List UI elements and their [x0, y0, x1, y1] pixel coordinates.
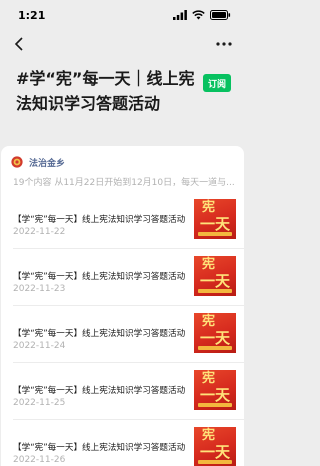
page-title: #学“宪”每一天｜线上宪法知识学习答题活动	[16, 69, 195, 113]
thumbnail-stripe	[198, 289, 232, 293]
article-thumbnail: 宪一天	[194, 370, 236, 410]
article-item[interactable]: 【学“宪”每一天】线上宪法知识学习答题活动 2022-11-25 宪一天	[1, 368, 244, 424]
more-dots-icon	[216, 42, 232, 46]
article-thumbnail: 宪一天	[194, 427, 236, 466]
thumbnail-text: 宪	[202, 257, 216, 272]
more-button[interactable]	[211, 33, 237, 55]
article-title: 【学“宪”每一天】线上宪法知识学习答题活动	[13, 443, 186, 453]
thumbnail-stripe	[198, 232, 232, 236]
thumbnail-text: 一天	[200, 386, 231, 404]
status-icons	[173, 10, 231, 20]
thumbnail-stripe	[198, 346, 232, 350]
article-thumbnail: 宪一天	[194, 199, 236, 239]
account-row[interactable]: 法治金乡	[11, 154, 65, 170]
article-date: 2022-11-23	[13, 284, 66, 294]
divider	[13, 362, 244, 363]
account-name: 法治金乡	[29, 158, 66, 169]
thumbnail-text: 宪	[202, 314, 216, 329]
article-date: 2022-11-24	[13, 341, 66, 351]
article-title: 【学“宪”每一天】线上宪法知识学习答题活动	[13, 215, 186, 225]
article-item[interactable]: 【学“宪”每一天】线上宪法知识学习答题活动 2022-11-26 宪一天	[1, 425, 244, 466]
thumbnail-text: 宪	[202, 371, 216, 386]
chevron-left-icon	[14, 37, 23, 51]
nav-bar	[0, 30, 245, 58]
thumbnail-text: 宪	[202, 200, 216, 215]
divider	[13, 419, 244, 420]
article-item[interactable]: 【学“宪”每一天】线上宪法知识学习答题活动 2022-11-22 宪一天	[1, 197, 244, 253]
divider	[13, 248, 244, 249]
collection-meta: 19个内容 从11月22日开始到12月10日，每天一道与...	[13, 178, 235, 188]
thumbnail-text: 宪	[202, 428, 216, 443]
thumbnail-stripe	[198, 403, 232, 407]
thumbnail-text: 一天	[200, 215, 231, 233]
status-bar: 1:21	[0, 0, 245, 30]
wifi-icon	[192, 10, 205, 20]
battery-icon	[210, 10, 231, 20]
article-item[interactable]: 【学“宪”每一天】线上宪法知识学习答题活动 2022-11-24 宪一天	[1, 311, 244, 367]
article-item[interactable]: 【学“宪”每一天】线上宪法知识学习答题活动 2022-11-23 宪一天	[1, 254, 244, 310]
thumbnail-text: 一天	[200, 272, 231, 290]
status-time: 1:21	[18, 8, 46, 22]
thumbnail-stripe	[198, 460, 232, 464]
article-date: 2022-11-25	[13, 398, 66, 408]
thumbnail-text: 一天	[200, 329, 231, 347]
emblem-icon	[11, 156, 23, 168]
thumbnail-text: 一天	[200, 443, 231, 461]
article-title: 【学“宪”每一天】线上宪法知识学习答题活动	[13, 272, 186, 282]
back-button[interactable]	[8, 33, 30, 55]
article-list-card: 法治金乡 19个内容 从11月22日开始到12月10日，每天一道与... 【学“…	[1, 146, 244, 466]
article-date: 2022-11-22	[13, 227, 66, 237]
divider	[13, 305, 244, 306]
article-title: 【学“宪”每一天】线上宪法知识学习答题活动	[13, 329, 186, 339]
article-title: 【学“宪”每一天】线上宪法知识学习答题活动	[13, 386, 186, 396]
article-thumbnail: 宪一天	[194, 256, 236, 296]
article-thumbnail: 宪一天	[194, 313, 236, 353]
signal-icon	[173, 10, 187, 20]
article-date: 2022-11-26	[13, 455, 66, 465]
subscribe-button[interactable]: 订阅	[203, 74, 231, 92]
